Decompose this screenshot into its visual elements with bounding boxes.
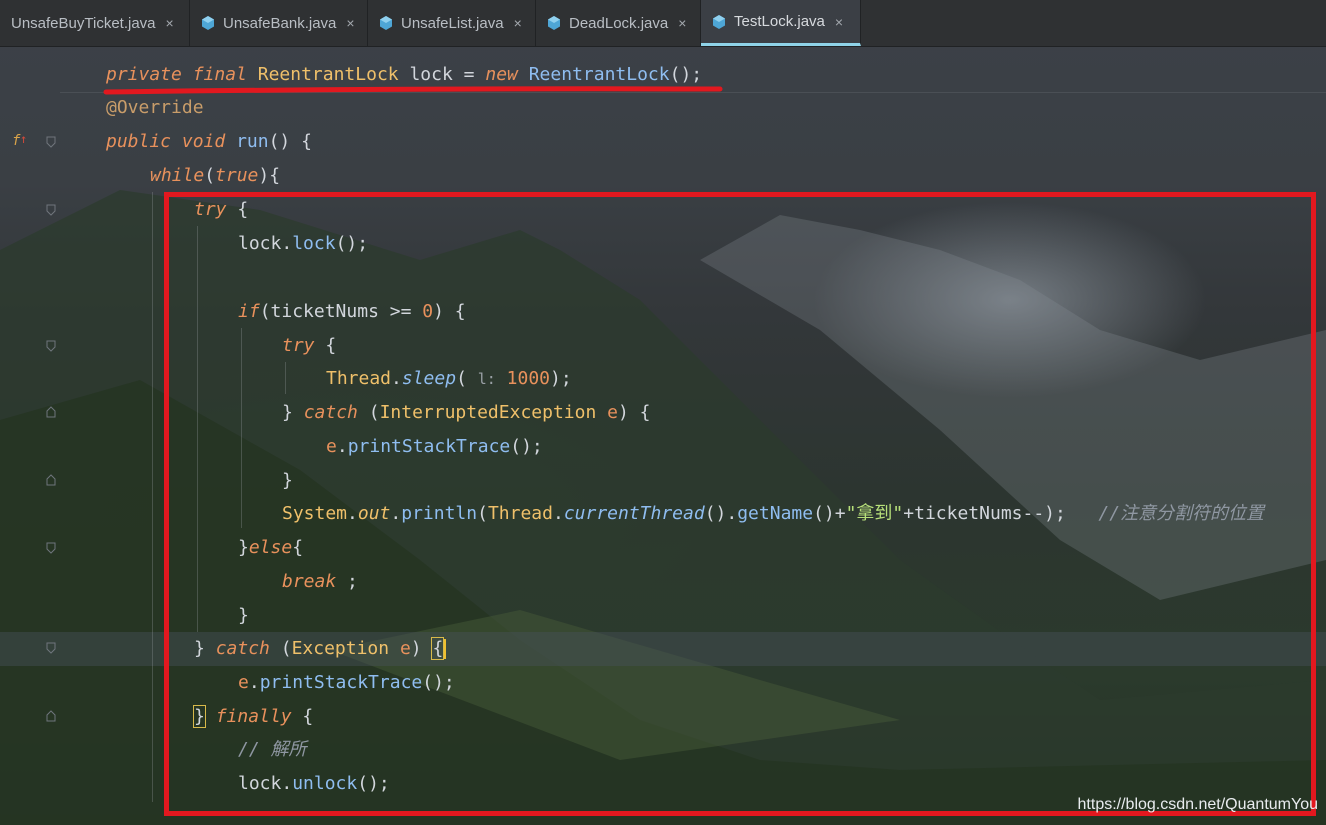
red-underline-annotation [103,86,723,95]
punctuation: (); [669,64,703,85]
red-highlight-box [164,192,1316,816]
tab-unsafelist[interactable]: UnsafeList.java × [368,0,536,46]
method-name: run [236,131,269,152]
tab-label: UnsafeBank.java [223,14,337,32]
tab-deadlock[interactable]: DeadLock.java × [536,0,701,46]
annotation: @Override [106,97,204,118]
java-class-icon [200,15,216,31]
type-name: ReentrantLock [257,64,399,85]
punctuation: () { [268,131,312,152]
close-icon[interactable]: × [678,15,686,31]
keyword: new [485,64,518,85]
code-line[interactable]: while(true){ [0,159,1326,193]
constructor-call: ReentrantLock [528,64,670,85]
code-line[interactable]: public void run() { [0,125,1326,159]
tab-testlock[interactable]: TestLock.java × [701,0,861,46]
punctuation: ){ [258,165,281,186]
keyword: true [215,165,259,186]
tab-label: UnsafeBuyTicket.java [11,14,156,32]
java-class-icon [711,14,727,30]
tab-label: DeadLock.java [569,14,669,32]
operator: = [463,64,475,85]
punctuation: ( [204,165,216,186]
editor-tab-bar: UnsafeBuyTicket.java × UnsafeBank.java ×… [0,0,1326,47]
keyword: final [192,64,247,85]
watermark: https://blog.csdn.net/QuantumYou [1077,796,1318,813]
close-icon[interactable]: × [166,15,174,31]
keyword: void [181,131,226,152]
java-class-icon [378,15,394,31]
identifier: lock [409,64,453,85]
tab-label: TestLock.java [734,13,825,30]
tab-label: UnsafeList.java [401,14,504,32]
close-icon[interactable]: × [835,14,843,30]
keyword: while [150,165,205,186]
tab-unsafebuyticket[interactable]: UnsafeBuyTicket.java × [0,0,190,46]
tab-unsafebank[interactable]: UnsafeBank.java × [190,0,368,46]
keyword: private [106,64,182,85]
close-icon[interactable]: × [514,15,522,31]
close-icon[interactable]: × [346,15,354,31]
keyword: public [106,131,172,152]
java-class-icon [546,15,562,31]
